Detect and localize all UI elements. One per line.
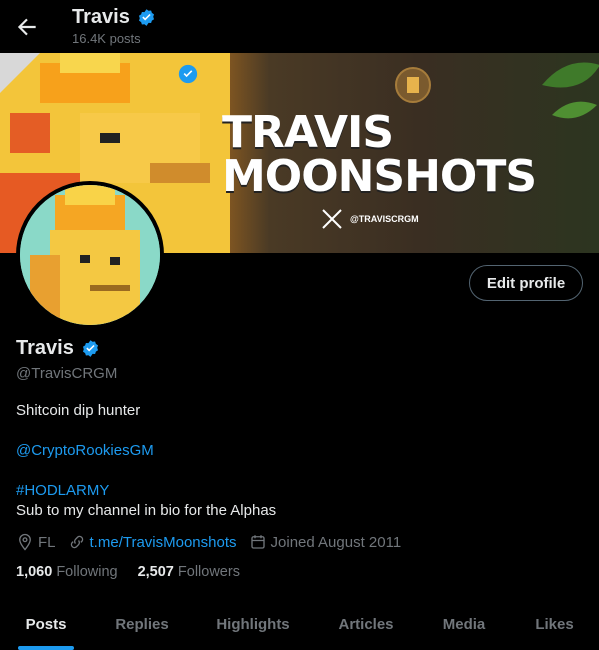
joined-text: Joined August 2011 xyxy=(270,533,402,551)
profile-name: Travis xyxy=(16,337,74,359)
avatar-art xyxy=(20,185,160,325)
tab-articles[interactable]: Articles xyxy=(314,600,418,650)
location-text: FL xyxy=(38,533,56,551)
tab-highlights[interactable]: Highlights xyxy=(192,600,314,650)
tab-replies[interactable]: Replies xyxy=(92,600,192,650)
website-link[interactable]: t.me/TravisMoonshots xyxy=(90,534,237,551)
header-title: Travis xyxy=(72,6,130,28)
banner-verified-icon xyxy=(178,64,198,84)
tab-label: Media xyxy=(442,616,486,633)
following-link[interactable]: 1,060 Following xyxy=(16,564,118,580)
posts-count: 16.4K posts xyxy=(72,31,141,46)
top-bar: Travis 16.4K posts xyxy=(0,0,599,53)
banner-title-line2: MOONSHOTS xyxy=(222,151,537,202)
calendar-icon xyxy=(250,535,265,549)
tab-media[interactable]: Media xyxy=(418,600,510,650)
tab-label: Replies xyxy=(115,616,169,633)
followers-link[interactable]: 2,507 Followers xyxy=(138,564,240,580)
tab-label: Likes xyxy=(535,616,574,633)
profile-handle: @TravisCRGM xyxy=(16,365,118,382)
follow-stats: 1,060 Following 2,507 Followers xyxy=(16,564,260,580)
tab-posts[interactable]: Posts xyxy=(0,600,92,650)
tab-label: Articles xyxy=(338,616,394,633)
back-arrow-icon[interactable] xyxy=(14,14,40,40)
edit-profile-button[interactable]: Edit profile xyxy=(469,265,583,301)
x-logo-icon xyxy=(322,209,342,229)
tab-label: Posts xyxy=(25,616,67,633)
active-tab-indicator xyxy=(18,646,74,650)
location: FL xyxy=(16,533,56,551)
bio-mention-link[interactable]: @CryptoRookiesGM xyxy=(16,442,154,459)
link-icon xyxy=(70,535,83,549)
header-title-block: Travis 16.4K posts xyxy=(72,6,156,46)
bio-line1: Shitcoin dip hunter xyxy=(16,402,141,419)
banner-title: TRAVIS MOONSHOTS xyxy=(222,107,537,202)
banner-title-line1: TRAVIS xyxy=(222,107,394,158)
tab-label: Highlights xyxy=(216,616,290,633)
verified-badge-icon xyxy=(83,340,99,357)
tab-likes[interactable]: Likes xyxy=(510,600,599,650)
verified-badge-icon xyxy=(139,9,155,26)
website: t.me/TravisMoonshots xyxy=(68,533,237,551)
following-label: Following xyxy=(56,564,118,580)
banner-handle: @TRAVISCRGM xyxy=(350,214,419,224)
join-date: Joined August 2011 xyxy=(249,533,402,551)
profile-name-row: Travis xyxy=(16,337,100,360)
location-pin-icon xyxy=(19,533,31,551)
followers-label: Followers xyxy=(177,564,240,580)
profile-tabs: Posts Replies Highlights Articles Media … xyxy=(0,600,599,650)
banner-coin-icon xyxy=(395,67,431,103)
followers-count: 2,507 xyxy=(137,564,174,580)
avatar[interactable] xyxy=(16,181,164,329)
bio-hashtag-link[interactable]: #HODLARMY xyxy=(16,482,109,499)
banner-leaf-art xyxy=(542,62,599,119)
following-count: 1,060 xyxy=(16,564,53,580)
bio-line2: Sub to my channel in bio for the Alphas xyxy=(16,502,277,519)
profile-meta: FL t.me/TravisMoonshots Joined August 20… xyxy=(16,533,413,551)
